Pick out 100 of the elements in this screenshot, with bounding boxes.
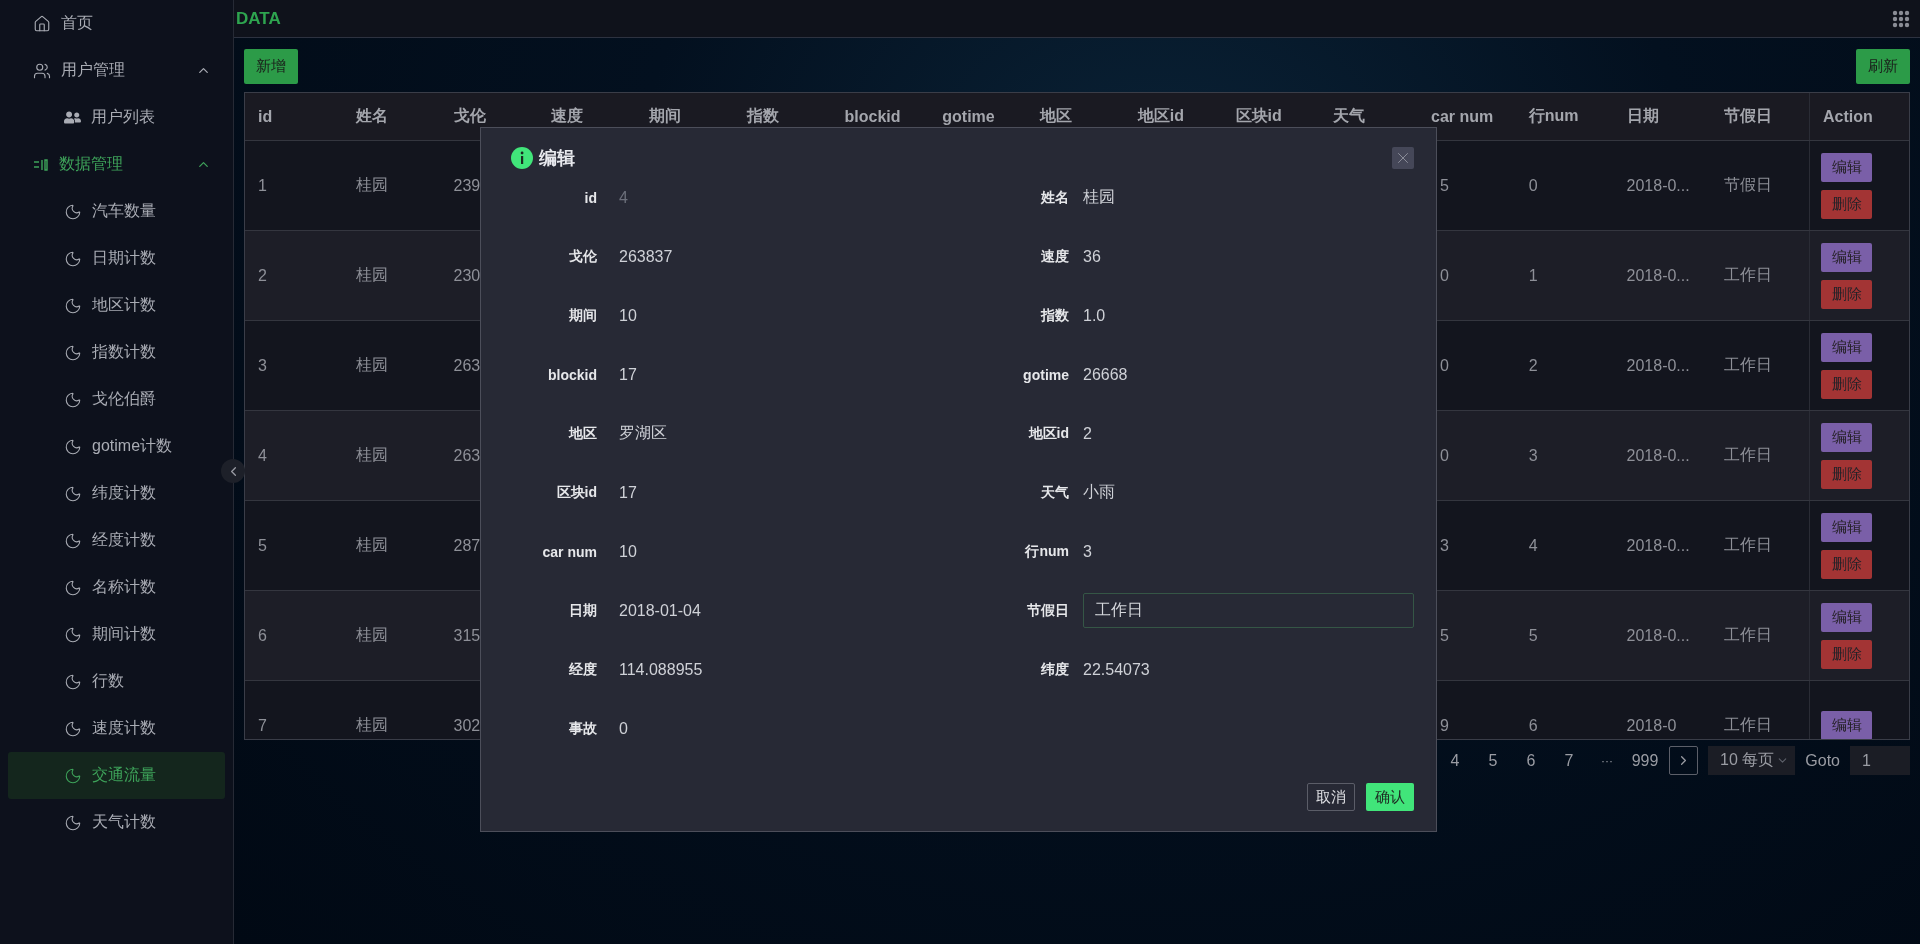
field-value: 17 [619,365,638,384]
table-cell-text: 桂园 [355,535,388,555]
cancel-button[interactable]: 取消 [1307,783,1355,811]
confirm-button[interactable]: 确认 [1366,783,1414,811]
submenu-item[interactable]: 经度计数 [8,517,225,564]
table-cell-text: 工作日 [1724,355,1773,375]
submenu-item[interactable]: 速度计数 [8,705,225,752]
field-label: 速度 [1040,247,1069,266]
field-label: 日期 [568,601,597,620]
field-value: 10 [619,542,638,561]
field-label: 姓名 [1040,188,1069,207]
table-cell: 2 [1528,356,1538,375]
column-header: 天气 [1332,106,1367,126]
field-value: 10 [619,306,638,325]
table-cell-text: 节假日 [1724,175,1773,195]
submenu-item[interactable]: 名称计数 [8,564,225,611]
table-cell-text: 工作日 [1724,535,1773,555]
submenu-item[interactable]: 汽车数量 [8,188,225,235]
table-cell-text: 桂园 [355,175,388,195]
moon-icon [64,672,82,691]
field-value: 0 [619,719,629,738]
column-header: 指数 [745,106,780,126]
goto-field[interactable]: 1 [1850,746,1910,775]
column-header: 地区 [1038,106,1073,126]
submenu-item[interactable]: gotime计数 [8,423,225,470]
table-cell: 2018-0... [1626,176,1690,195]
submenu-item[interactable]: 用户列表 [8,94,225,141]
submenu-item[interactable]: 纬度计数 [8,470,225,517]
menu-item[interactable]: 用户管理 [8,47,225,94]
submenu-item[interactable]: 日期计数 [8,235,225,282]
bars-icon [33,156,49,173]
moon-icon [64,625,82,644]
column-header: id [257,106,274,127]
close-button[interactable] [1392,147,1414,169]
column-header: 速度 [550,106,585,126]
field-value: 114.088955 [619,660,704,679]
page-link[interactable]: 5 [1479,751,1508,770]
table-cell: 2018-0... [1626,266,1690,285]
column-header: Action [1809,93,1909,140]
field-value: 263837 [619,247,674,266]
column-header: 行num [1527,106,1580,126]
column-header: 节假日 [1723,106,1774,126]
input-field[interactable]: 工作日 [1083,593,1414,628]
page-size-select[interactable]: 10 每页 [1708,746,1796,775]
table-cell: 7 [258,716,267,735]
column-header: 日期 [1625,106,1660,126]
moon-icon [64,343,82,362]
submenu-item[interactable]: 行数 [8,658,225,705]
menu-item[interactable]: 首页 [8,0,225,47]
submenu-item[interactable]: 天气计数 [8,799,225,846]
page-link[interactable]: 7 [1555,751,1584,770]
submenu-item[interactable]: 地区计数 [8,282,225,329]
submenu-item[interactable]: 指数计数 [8,329,225,376]
field-value: 26668 [1083,365,1129,384]
field-value: 1.0 [1083,306,1107,325]
table-cell: 263 [453,446,481,465]
field-label: 事故 [568,719,597,738]
moon-icon [64,578,82,597]
table-cell: 0 [1440,446,1449,465]
page-link[interactable]: 6 [1517,751,1546,770]
moon-icon [64,719,82,738]
column-header: 戈伦 [452,106,487,126]
collapse-button[interactable] [221,459,245,483]
moon-icon [64,484,82,503]
refresh-button[interactable]: 刷新 [1856,49,1910,84]
table-cell: 9 [1440,716,1449,735]
field-value: 2018-01-04 [619,601,702,620]
field-label: 地区 [567,424,597,443]
next-page-button[interactable] [1669,746,1699,775]
field-label: 区块id [555,483,597,502]
field-value: 桂园 [1083,187,1116,207]
page-link[interactable]: 4 [1441,751,1470,770]
table-cell-text: 工作日 [1724,625,1773,645]
page-title: DATA [236,8,281,29]
table-cell: 2 [258,266,267,285]
table-cell-text: 桂园 [355,445,388,465]
table-cell: 6 [1528,716,1538,735]
table-cell: 5 [1440,176,1449,195]
field-label: 戈伦 [568,247,597,266]
table-cell: 6 [258,626,267,645]
submenu-item[interactable]: 戈伦伯爵 [8,376,225,423]
apps-grid-icon[interactable] [1892,9,1910,28]
table-cell: 3 [258,356,267,375]
field-value: 22.54073 [1083,660,1151,679]
field-value: 2 [1083,424,1093,443]
goto-label: Goto [1805,751,1840,770]
column-header: blockid [843,106,902,127]
moon-icon [64,296,82,315]
table-cell: 3 [1440,536,1449,555]
table-cell: 1 [1528,266,1538,285]
menu-item[interactable]: 数据管理 [8,141,225,188]
page-link[interactable]: 999 [1631,751,1660,770]
column-header: 地区id [1136,106,1185,126]
submenu-item[interactable]: 交通流量 [8,752,225,799]
table-cell: 0 [1440,356,1449,375]
column-header: 期间 [648,106,682,126]
field-label: 行num [1024,542,1069,561]
table-cell: 230 [453,266,481,285]
add-button[interactable]: 新增 [244,49,298,84]
submenu-item[interactable]: 期间计数 [8,611,225,658]
